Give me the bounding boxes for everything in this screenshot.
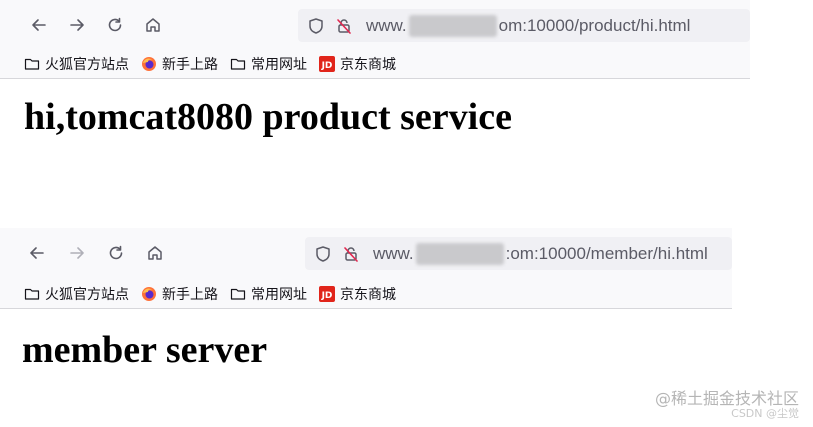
- insecure-lock-icon[interactable]: [341, 244, 361, 264]
- bookmark-label: 新手上路: [162, 57, 218, 73]
- redacted-domain: [408, 14, 497, 37]
- forward-arrow-icon: [70, 19, 84, 31]
- reload-icon: [108, 17, 122, 32]
- home-button[interactable]: [144, 242, 166, 264]
- watermark-sub: CSDN @尘觉: [731, 407, 799, 420]
- navigation-toolbar: www. :om:10000/member/hi.html: [0, 228, 732, 280]
- jd-icon: JD: [319, 286, 335, 302]
- bookmark-common-sites[interactable]: 常用网址: [230, 54, 307, 74]
- folder-icon: [24, 56, 40, 72]
- navigation-toolbar: www. om:10000/product/hi.html: [0, 0, 750, 50]
- page-heading: hi,tomcat8080 product service: [24, 96, 512, 138]
- page-heading: member server: [22, 329, 268, 371]
- forward-arrow-icon: [70, 247, 84, 259]
- bookmark-label: 火狐官方站点: [45, 287, 129, 303]
- bookmark-firefox-official[interactable]: 火狐官方站点: [24, 284, 129, 304]
- bookmark-label: 京东商城: [340, 287, 396, 303]
- svg-text:JD: JD: [321, 291, 333, 301]
- redacted-domain: [415, 242, 504, 265]
- back-arrow-icon: [32, 19, 46, 31]
- bookmark-label: 常用网址: [251, 57, 307, 73]
- address-bar[interactable]: www. om:10000/product/hi.html: [298, 9, 750, 42]
- bookmark-label: 京东商城: [340, 57, 396, 73]
- bookmark-firefox-official[interactable]: 火狐官方站点: [24, 54, 129, 74]
- folder-icon: [24, 286, 40, 302]
- bookmark-jd[interactable]: JD 京东商城: [319, 284, 396, 304]
- back-button[interactable]: [26, 242, 48, 264]
- bookmarks-toolbar: 火狐官方站点 新手上路 常用网址 JD 京东商城: [0, 280, 732, 309]
- jd-icon: JD: [319, 56, 335, 72]
- url-text[interactable]: www. :om:10000/member/hi.html: [373, 242, 708, 265]
- bookmark-getting-started[interactable]: 新手上路: [141, 284, 218, 304]
- back-button[interactable]: [28, 14, 50, 36]
- bookmarks-toolbar: 火狐官方站点 新手上路 常用网址 JD 京东商城: [0, 50, 750, 79]
- reload-icon: [109, 245, 123, 260]
- firefox-icon: [141, 56, 157, 72]
- folder-icon: [230, 56, 246, 72]
- home-icon: [148, 246, 162, 260]
- shield-icon[interactable]: [306, 16, 326, 36]
- bookmark-common-sites[interactable]: 常用网址: [230, 284, 307, 304]
- forward-button[interactable]: [66, 242, 88, 264]
- url-suffix: om:10000/product/hi.html: [498, 15, 691, 35]
- reload-button[interactable]: [105, 242, 127, 264]
- bookmark-label: 新手上路: [162, 287, 218, 303]
- watermark-main: @稀土掘金技术社区: [654, 389, 799, 408]
- folder-icon: [230, 286, 246, 302]
- browser-window-2: www. :om:10000/member/hi.html 火狐官方站点 新手上…: [0, 228, 732, 309]
- url-suffix: :om:10000/member/hi.html: [505, 243, 708, 263]
- shield-icon[interactable]: [313, 244, 333, 264]
- bookmark-label: 常用网址: [251, 287, 307, 303]
- url-prefix: www.: [366, 15, 407, 35]
- browser-window-1: www. om:10000/product/hi.html 火狐官方站点 新手上…: [0, 0, 750, 79]
- back-arrow-icon: [30, 247, 44, 259]
- bookmark-label: 火狐官方站点: [45, 57, 129, 73]
- url-prefix: www.: [373, 243, 414, 263]
- url-text[interactable]: www. om:10000/product/hi.html: [366, 14, 691, 37]
- svg-text:JD: JD: [321, 61, 333, 71]
- forward-button[interactable]: [66, 14, 88, 36]
- bookmark-jd[interactable]: JD 京东商城: [319, 54, 396, 74]
- insecure-lock-icon[interactable]: [334, 16, 354, 36]
- home-icon: [146, 18, 160, 32]
- reload-button[interactable]: [104, 14, 126, 36]
- home-button[interactable]: [142, 14, 164, 36]
- address-bar[interactable]: www. :om:10000/member/hi.html: [305, 237, 732, 270]
- bookmark-getting-started[interactable]: 新手上路: [141, 54, 218, 74]
- firefox-icon: [141, 286, 157, 302]
- watermark: @稀土掘金技术社区 CSDN @尘觉: [655, 390, 799, 420]
